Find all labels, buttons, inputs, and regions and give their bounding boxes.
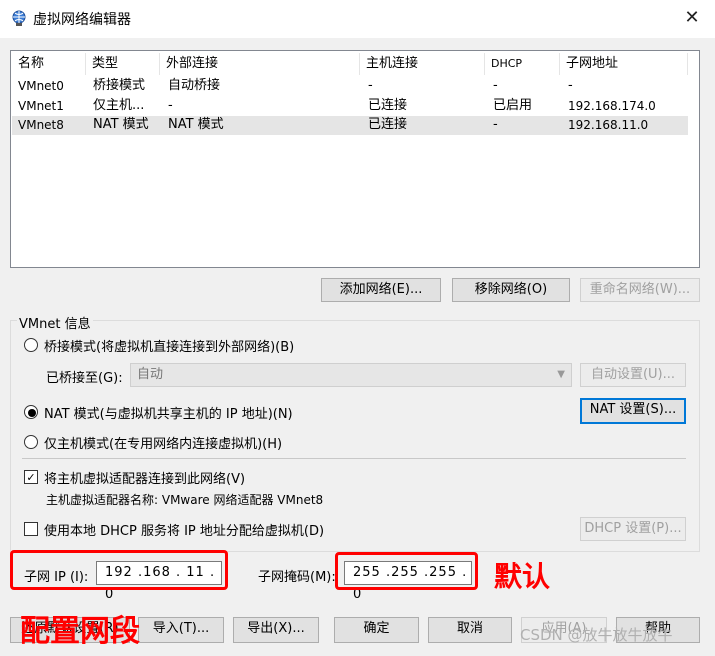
table-cell: - (493, 78, 498, 93)
bridge-mode-radio[interactable] (24, 338, 38, 352)
chevron-down-icon: ▼ (557, 369, 565, 380)
annotation-config-subnet: 配置网段 (20, 614, 140, 649)
add-network-button[interactable]: 添加网络(E)... (321, 278, 441, 302)
dhcp-checkbox[interactable] (24, 522, 38, 536)
table-cell: 192.168.11.0 (568, 118, 649, 132)
nat-settings-button[interactable]: NAT 设置(S)... (580, 398, 686, 424)
table-cell: 已连接 (368, 117, 408, 132)
connect-adapter-label[interactable]: 将主机虚拟适配器连接到此网络(V) (44, 468, 245, 487)
column-header-external[interactable]: 外部连接 (160, 53, 360, 75)
dhcp-settings-button[interactable]: DHCP 设置(P)... (580, 517, 686, 541)
vmnet-info-label: VMnet 信息 (17, 313, 93, 332)
column-header-host[interactable]: 主机连接 (360, 53, 485, 75)
import-button[interactable]: 导入(T)... (138, 617, 224, 643)
export-button[interactable]: 导出(X)... (233, 617, 319, 643)
column-header-subnet[interactable]: 子网地址 (560, 53, 688, 75)
table-cell: 仅主机... (93, 98, 145, 113)
table-cell: - (568, 78, 573, 93)
column-header-name[interactable]: 名称 (12, 53, 86, 75)
remove-network-button[interactable]: 移除网络(O) (452, 278, 570, 302)
dhcp-label[interactable]: 使用本地 DHCP 服务将 IP 地址分配给虚拟机(D) (44, 520, 324, 539)
bridged-to-value: 自动 (137, 367, 164, 382)
table-cell: 桥接模式 (93, 78, 146, 93)
table-cell: 已连接 (368, 98, 408, 113)
table-cell: 192.168.174.0 (568, 99, 656, 113)
ok-button[interactable]: 确定 (334, 617, 419, 643)
annotation-box-subnet-mask (335, 552, 478, 590)
nat-mode-radio[interactable] (24, 405, 38, 419)
table-cell: - (493, 117, 498, 132)
network-globe-icon (12, 10, 26, 26)
column-header-type[interactable]: 类型 (86, 53, 160, 75)
cancel-button[interactable]: 取消 (428, 617, 512, 643)
auto-settings-button[interactable]: 自动设置(U)... (580, 363, 686, 387)
bridged-to-select[interactable]: 自动 ▼ (130, 363, 572, 387)
host-only-label[interactable]: 仅主机模式(在专用网络内连接虚拟机)(H) (44, 433, 282, 452)
host-only-radio[interactable] (24, 435, 38, 449)
bridge-mode-label[interactable]: 桥接模式(将虚拟机直接连接到外部网络)(B) (44, 336, 294, 355)
table-cell: NAT 模式 (93, 117, 149, 132)
annotation-default: 默认 (494, 560, 551, 593)
table-cell: NAT 模式 (168, 117, 224, 132)
network-list[interactable]: 名称 类型 外部连接 主机连接 DHCP 子网地址 VMnet0 桥接模式 自动… (10, 50, 700, 268)
table-cell: - (168, 98, 173, 113)
table-cell[interactable]: VMnet0 (18, 76, 64, 96)
table-cell: 自动桥接 (168, 78, 221, 93)
connect-adapter-checkbox[interactable]: ✓ (24, 470, 38, 484)
table-cell: - (368, 78, 373, 93)
table-cell[interactable]: VMnet1 (18, 96, 64, 116)
column-header-dhcp[interactable]: DHCP (485, 53, 560, 75)
table-cell[interactable]: VMnet8 (18, 115, 64, 135)
window-title: 虚拟网络编辑器 (33, 12, 131, 28)
watermark: CSDN @放牛放牛放牛 (520, 626, 673, 644)
rename-network-button[interactable]: 重命名网络(W)... (580, 278, 700, 302)
adapter-name-text: 主机虚拟适配器名称: VMware 网络适配器 VMnet8 (46, 493, 324, 507)
divider (22, 458, 686, 459)
bridged-to-label: 已桥接至(G): (46, 371, 123, 386)
table-cell: 已启用 (493, 98, 533, 113)
subnet-mask-label: 子网掩码(M): (258, 570, 336, 585)
annotation-box-subnet-ip (10, 550, 228, 590)
nat-mode-label[interactable]: NAT 模式(与虚拟机共享主机的 IP 地址)(N) (44, 403, 293, 422)
close-icon[interactable]: ✕ (680, 6, 704, 30)
